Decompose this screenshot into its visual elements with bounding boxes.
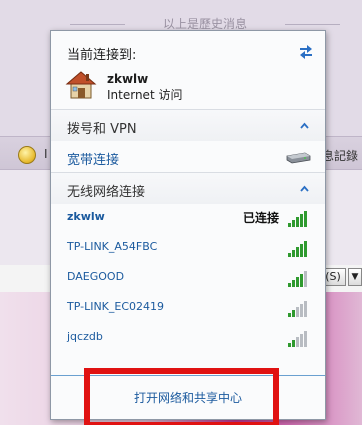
- wireless-label: 无线网络连接: [67, 185, 146, 200]
- signal-bar: [304, 211, 307, 227]
- signal-bar: [288, 283, 291, 287]
- emoticon-icon[interactable]: [18, 146, 36, 164]
- signal-bar: [296, 247, 299, 257]
- signal-bar: [288, 253, 291, 257]
- wifi-network-name: jqczdb: [67, 330, 103, 343]
- send-options-arrow[interactable]: ▼: [348, 268, 362, 286]
- wifi-signal-icon: [288, 301, 307, 317]
- signal-bar: [292, 310, 295, 317]
- wifi-signal-icon: [288, 331, 307, 347]
- signal-bar: [304, 241, 307, 257]
- wifi-signal-icon: [288, 241, 307, 257]
- broadband-connection-item[interactable]: 宽带连接: [51, 143, 325, 173]
- signal-bar: [304, 331, 307, 347]
- wireless-section-header[interactable]: 无线网络连接: [51, 172, 325, 204]
- signal-bar: [296, 277, 299, 287]
- wifi-network-name: TP-LINK_A54FBC: [67, 240, 158, 253]
- toolbar-text: I: [44, 147, 48, 161]
- wifi-network-item[interactable]: jqczdb: [51, 323, 325, 353]
- dialup-vpn-label: 拨号和 VPN: [67, 122, 137, 137]
- wifi-network-name: DAEGOOD: [67, 270, 125, 283]
- signal-bar: [300, 304, 303, 317]
- chevron-up-icon[interactable]: [300, 185, 309, 192]
- current-connection-access: Internet 访问: [107, 88, 183, 102]
- dialup-vpn-section-header[interactable]: 拨号和 VPN: [51, 109, 325, 141]
- network-house-icon: [65, 71, 97, 99]
- network-popup: 当前连接到: zkwlw Internet 访问 拨号和 VPN 宽带连接 无线…: [50, 30, 326, 420]
- chevron-up-icon[interactable]: [300, 122, 309, 129]
- signal-bar: [300, 274, 303, 287]
- highlight-annotation-box: [84, 368, 279, 425]
- signal-bar: [300, 214, 303, 227]
- signal-bar: [296, 337, 299, 347]
- connected-to-title: 当前连接到:: [67, 48, 137, 63]
- signal-bar: [292, 220, 295, 227]
- wifi-network-item[interactable]: zkwlw 已连接: [51, 203, 325, 233]
- signal-bar: [300, 244, 303, 257]
- wifi-signal-icon: [288, 211, 307, 227]
- wifi-connected-status: 已连接: [242, 211, 279, 225]
- wifi-network-name: TP-LINK_EC02419: [67, 300, 165, 313]
- signal-bar: [304, 271, 307, 287]
- signal-bar: [288, 313, 291, 317]
- signal-bar: [304, 301, 307, 317]
- signal-bar: [292, 250, 295, 257]
- message-record-link[interactable]: 息記錄: [322, 147, 358, 164]
- wifi-network-item[interactable]: TP-LINK_A54FBC: [51, 233, 325, 263]
- broadband-label: 宽带连接: [67, 153, 120, 168]
- refresh-icon[interactable]: [297, 41, 315, 59]
- signal-bar: [292, 340, 295, 347]
- signal-bar: [300, 334, 303, 347]
- modem-icon: [286, 152, 311, 164]
- wifi-network-item[interactable]: DAEGOOD: [51, 263, 325, 293]
- wifi-network-name: zkwlw: [67, 210, 105, 223]
- current-connection-name: zkwlw: [107, 72, 149, 86]
- signal-bar: [292, 280, 295, 287]
- signal-bar: [288, 343, 291, 347]
- signal-bar: [296, 307, 299, 317]
- signal-bar: [296, 217, 299, 227]
- signal-bar: [288, 223, 291, 227]
- wifi-signal-icon: [288, 271, 307, 287]
- wifi-network-item[interactable]: TP-LINK_EC02419: [51, 293, 325, 323]
